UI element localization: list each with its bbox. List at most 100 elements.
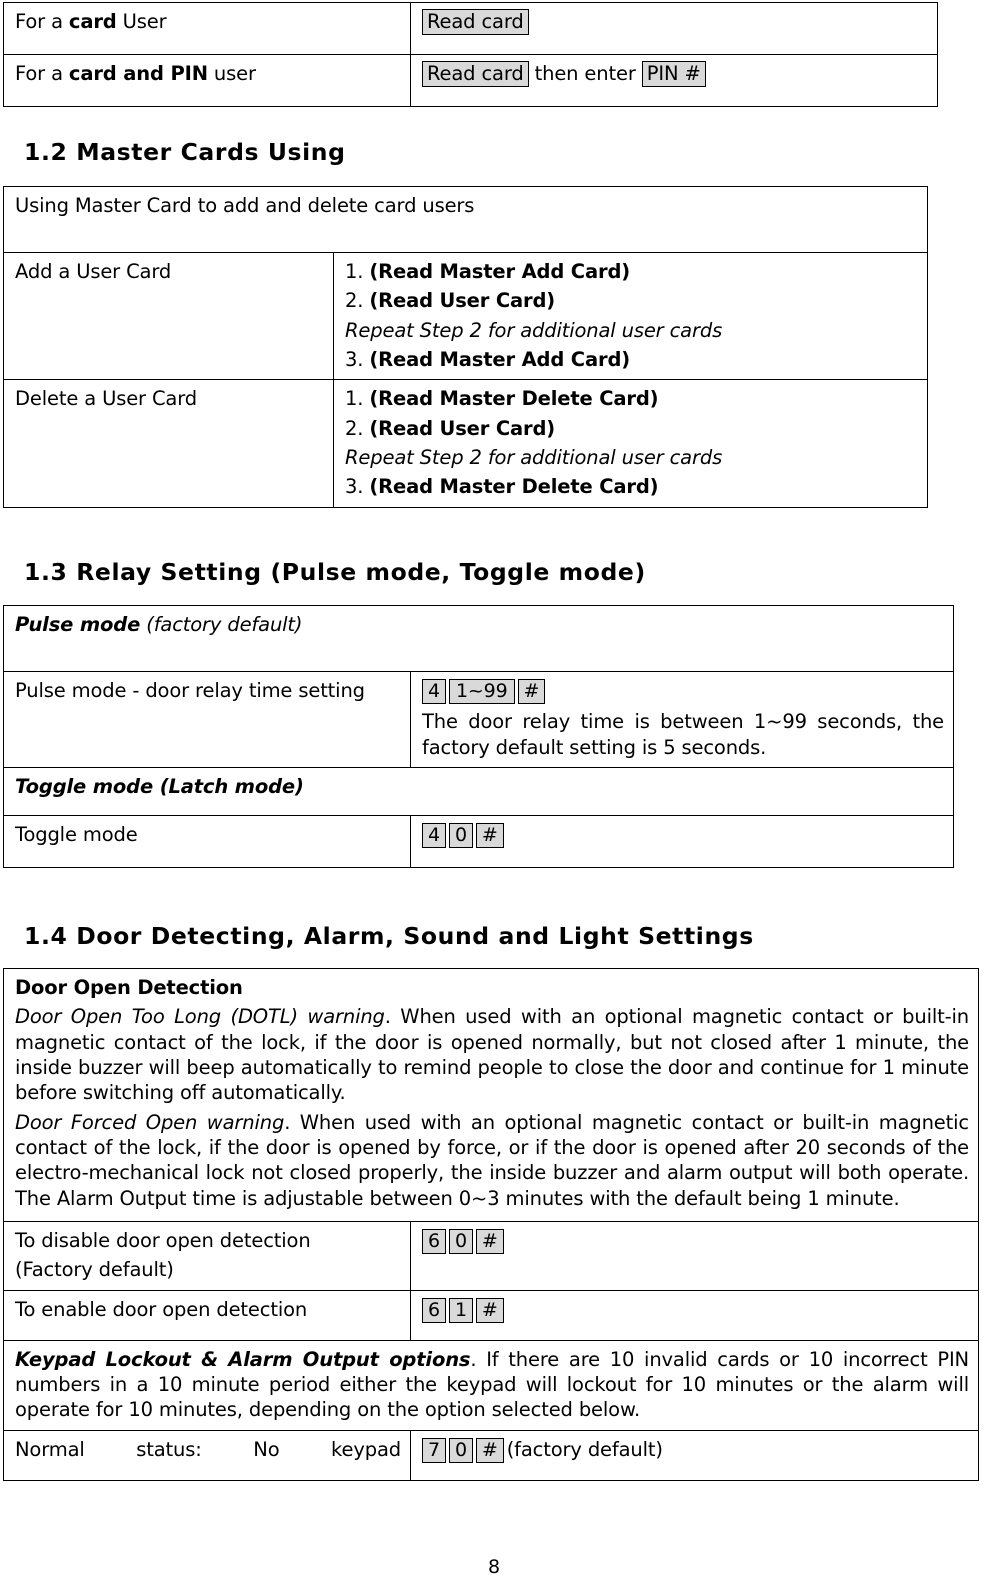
keycap-7: 7 [422,1437,446,1464]
heading-1-4: 1.4 Door Detecting, Alarm, Sound and Lig… [24,922,754,950]
step-text: (Read Master Delete Card) [369,387,659,411]
step-line: 3. (Read Master Add Card) [345,347,918,372]
paragraph-lead: Door Forced Open warning [15,1110,285,1134]
cell-toggle-mode-label: Toggle mode [3,814,411,868]
cell-delete-user-card-label: Delete a User Card [3,379,334,508]
table-row: For a card and PIN user Read card then e… [3,54,938,107]
step-line: 2. (Read User Card) [345,288,918,313]
row-label: Delete a User Card [15,387,197,411]
step-text: (Read User Card) [369,416,556,440]
door-open-detection-title: Door Open Detection [15,976,243,999]
cell-enable-detection-label: To enable door open detection [3,1289,411,1341]
cell-delete-user-card-steps: 1. (Read Master Delete Card) 2. (Read Us… [333,379,928,508]
keycap-0: 0 [448,822,473,849]
cell-disable-detection-label: To disable door open detection (Factory … [3,1221,411,1291]
table-row: Pulse mode (factory default) [2,605,955,672]
cell-user-mode-label-card: For a card User [3,2,411,55]
paragraph-dotl: Door Open Too Long (DOTL) warning. When … [15,1004,969,1105]
key-read-card: Read card [422,9,529,36]
cell-user-mode-action-card: Read card [410,2,938,55]
step-line-repeat: Repeat Step 2 for additional user cards [345,445,918,470]
table-row: Door Open Detection Door Open Too Long (… [3,967,979,1223]
label-bold: card [68,10,117,33]
table-row: Using Master Card to add and delete card… [3,186,928,253]
table-relay-setting: Pulse mode (factory default) Pulse mode … [2,605,955,868]
table-row: Normal status: No keypad 7 0 # (factory def… [3,1429,979,1481]
keycap-hash: # [475,1228,504,1255]
step-text: Repeat Step 2 for additional user cards [345,318,723,342]
cell-toggle-mode-caption: Toggle mode (Latch mode) [2,766,955,816]
row-label-line2: (Factory default) [15,1258,174,1282]
row-label: Toggle mode [15,822,138,846]
table-row: Keypad Lockout & Alarm Output options. I… [3,1339,979,1431]
label-bold: card and PIN [68,62,208,85]
keycap-4: 4 [422,678,446,705]
keycap-0: 0 [448,1437,473,1464]
cell-pulse-mode-keys: 4 1~99 # The door relay time is between 1~… [409,671,955,768]
cell-keypad-lockout: Keypad Lockout & Alarm Output options. I… [3,1339,979,1431]
keycap-1: 1 [448,1297,473,1323]
step-line: 3. (Read Master Delete Card) [345,474,918,499]
table-user-modes: For a card User Read card For a card and… [3,2,938,107]
step-number: 3. [345,475,364,499]
cell-user-mode-label-card-pin: For a card and PIN user [3,54,411,107]
step-number: 3. [345,348,364,372]
heading-1-3: 1.3 Relay Setting (Pulse mode, Toggle mo… [24,558,646,586]
keycap-hash: # [517,678,546,705]
row-label: Normal status: No keypad [15,1437,401,1461]
cell-pulse-mode-label: Pulse mode - door relay time setting [3,671,411,768]
table-row: Toggle mode (Latch mode) [2,766,955,816]
keycap-hash: # [475,822,504,849]
cell-toggle-mode-keys: 4 0 # [409,814,955,868]
row-label-line1: To enable door open detection [15,1297,308,1321]
paragraph-keypad-lockout: Keypad Lockout & Alarm Output options. I… [15,1347,969,1423]
cell-normal-status-keys: 7 0 # (factory default) [410,1429,979,1481]
key-pin-hash: PIN # [641,61,706,88]
cell-door-open-detection: Door Open Detection Door Open Too Long (… [3,967,979,1223]
caption-text: Using Master Card to add and delete card… [15,194,475,217]
step-number: 2. [345,289,364,313]
heading-1-2: 1.2 Master Cards Using [24,138,346,166]
step-line: 1. (Read Master Add Card) [345,259,918,284]
table-row: To disable door open detection (Factory … [3,1221,979,1291]
table-row: Delete a User Card 1. (Read Master Delet… [3,379,928,508]
cell-pulse-mode-caption: Pulse mode (factory default) [2,605,955,672]
label-prefix: For a [15,10,69,33]
step-text: (Read User Card) [369,289,556,313]
keycap-1-99: 1~99 [448,678,515,705]
keycap-6: 6 [422,1297,446,1323]
step-text: (Read Master Add Card) [369,260,631,283]
cell-master-card-caption: Using Master Card to add and delete card… [3,186,928,253]
action-join-text: then enter [528,62,642,85]
page-number: 8 [487,1556,501,1578]
step-number: 1. [345,387,364,411]
key-sequence: 4 1~99 # [422,678,944,705]
pulse-mode-note: The door relay time is between 1~99 seco… [422,710,945,759]
document-page: For a card User Read card For a card and… [0,0,988,1586]
table-row: For a card User Read card [3,2,938,55]
key-read-card: Read card [422,61,529,88]
step-text: (Read Master Delete Card) [369,475,659,499]
step-line: 1. (Read Master Delete Card) [345,386,918,411]
step-line: 2. (Read User Card) [345,416,918,441]
table-row: Pulse mode - door relay time setting 4 1~… [3,671,955,768]
label-suffix: User [116,10,167,33]
cell-disable-detection-keys: 6 0 # [410,1221,979,1291]
caption-bold: Pulse mode [15,613,141,636]
keycap-4: 4 [422,822,446,849]
cell-normal-status-label: Normal status: No keypad [3,1429,411,1481]
cell-enable-detection-keys: 6 1 # [410,1289,979,1341]
row-label: Add a User Card [15,260,172,283]
paragraph-lead: Keypad Lockout & Alarm Output options [15,1347,471,1371]
step-number: 1. [345,260,364,283]
table-row: To enable door open detection 6 1 # [3,1289,979,1341]
step-line-repeat: Repeat Step 2 for additional user cards [345,318,918,343]
row-label-line1: To disable door open detection [15,1229,311,1253]
keycap-0: 0 [448,1228,473,1255]
paragraph-lead: Door Open Too Long (DOTL) warning [15,1005,385,1029]
step-text: Repeat Step 2 for additional user cards [345,446,723,470]
cell-user-mode-action-card-pin: Read card then enter PIN # [410,54,938,107]
step-number: 2. [345,416,364,440]
cell-add-user-card-steps: 1. (Read Master Add Card) 2. (Read User … [333,251,928,381]
table-door-detecting: Door Open Detection Door Open Too Long (… [3,967,979,1481]
